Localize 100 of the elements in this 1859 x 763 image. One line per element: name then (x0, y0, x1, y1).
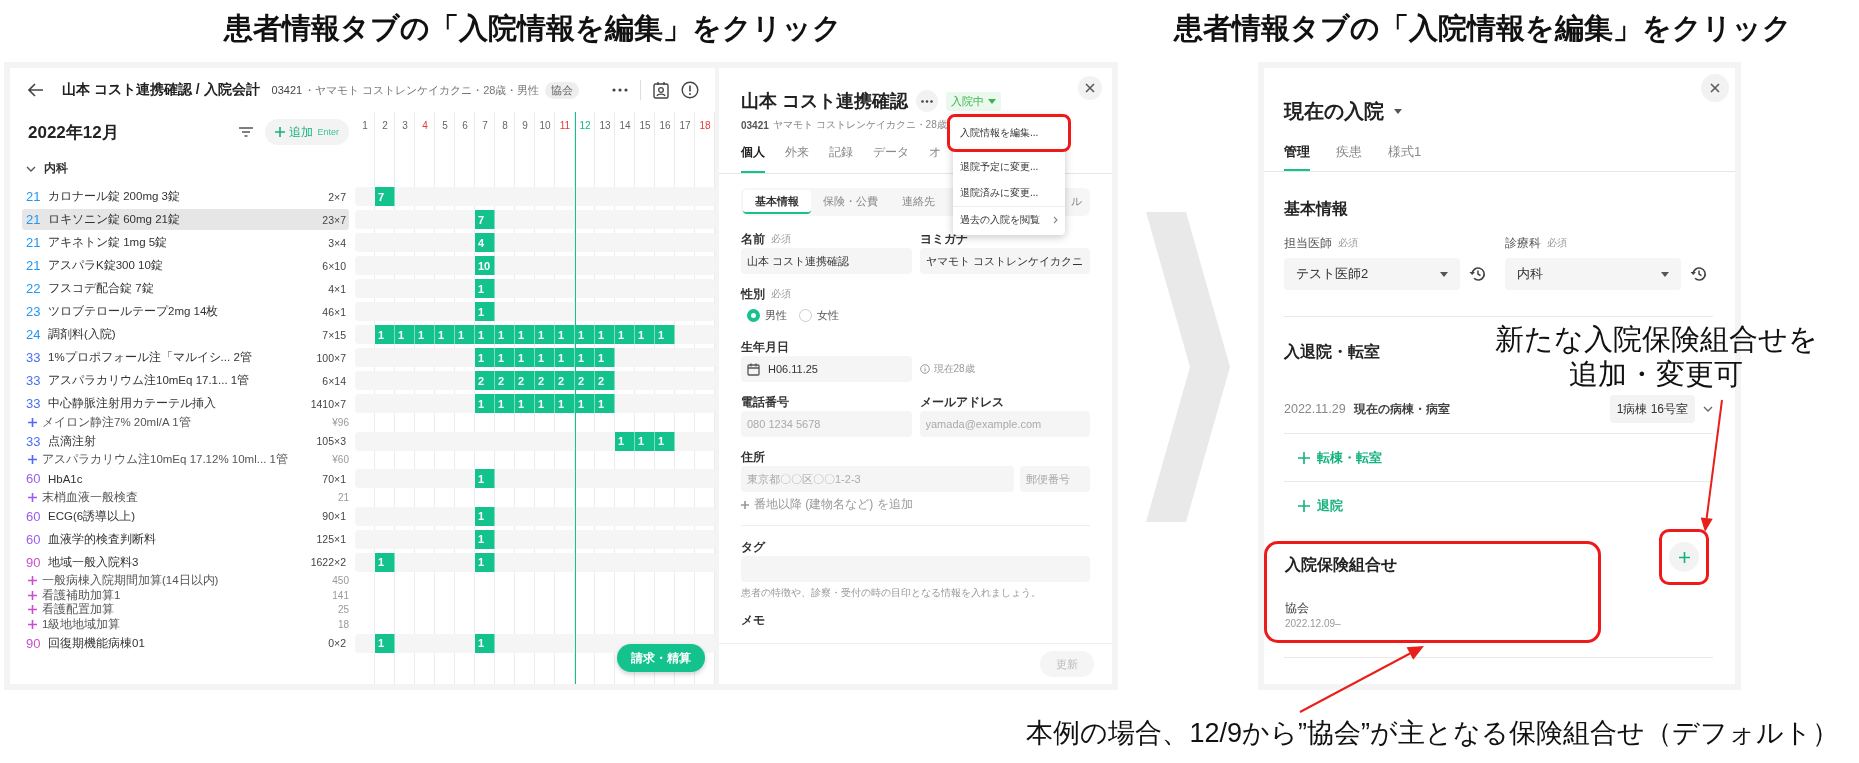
order-row[interactable]: 60 HbA1c 70×1 (22, 468, 349, 489)
dose-bar: 1 (595, 394, 615, 413)
dose-bar: 1 (475, 302, 495, 321)
order-code: 33 (26, 433, 42, 449)
order-row[interactable]: 22 フスコデ配合錠 7錠 4×1 (22, 278, 349, 299)
order-row[interactable]: 90 地域一般入院料3 1622×2 (22, 551, 349, 573)
tab[interactable]: 記録 (829, 134, 853, 173)
plus-icon (1298, 499, 1310, 512)
more-button[interactable] (916, 90, 938, 112)
filter-icon[interactable] (239, 127, 254, 137)
tab[interactable]: 疾患 (1336, 134, 1362, 171)
tab[interactable]: 様式1 (1388, 134, 1422, 171)
close-button[interactable] (1701, 74, 1729, 102)
phone-field[interactable]: 080 1234 5678 (741, 411, 912, 437)
dose-bar: 1 (535, 394, 555, 413)
dose-bar: 10 (475, 256, 495, 275)
close-button[interactable] (1078, 76, 1102, 100)
doctor-select[interactable]: テスト医師2 (1284, 258, 1460, 290)
order-row[interactable]: 21 アキネトン錠 1mg 5錠 3×4 (22, 232, 349, 253)
tab[interactable]: 管理 (1284, 134, 1310, 171)
dose-bar: 1 (395, 325, 415, 344)
order-row[interactable]: 60 血液学的検査判断料 125×1 (22, 528, 349, 550)
dose-bar: 2 (595, 371, 615, 390)
addon-price: ¥60 (332, 454, 349, 466)
department-select[interactable]: 内科 (1505, 258, 1681, 290)
caret-icon (988, 98, 996, 104)
alert-icon[interactable] (681, 81, 699, 99)
order-name: アスパラK錠300 10錠 (48, 258, 163, 273)
dose-bar: 1 (595, 325, 615, 344)
plus-icon (28, 576, 37, 586)
more-icon (921, 99, 933, 103)
dose-bar: 1 (495, 348, 515, 367)
room-select[interactable]: 1病棟 16号室 (1609, 395, 1695, 423)
dose-bar: 1 (435, 325, 455, 344)
instruction-heading: 患者情報タブの「入院情報を編集」をクリック (1172, 11, 1793, 46)
gender-option[interactable]: 女性 (799, 307, 839, 323)
subtab[interactable]: 保険・公費 (811, 190, 890, 214)
order-row[interactable]: 33 1%プロポフォール注「マルイシ... 2管 100×7 (22, 347, 349, 368)
menu-item[interactable]: 過去の入院を閲覧 (953, 206, 1065, 232)
annotation-caption: 本例の場合、12/9から”協会”が主となる保険組合せ（デフォルト） (1025, 717, 1840, 750)
admission-dropdown[interactable]: 現在の入院 (1284, 97, 1402, 125)
addon-price: 25 (337, 604, 349, 616)
postal-code-field[interactable]: 郵便番号 (1020, 466, 1090, 492)
email-field[interactable]: yamada@example.com (919, 411, 1090, 437)
day-label: 6 (461, 120, 469, 131)
birth-date-field[interactable]: H06.11.25 (741, 356, 912, 382)
field-label: 名前 (741, 230, 765, 248)
name-field[interactable]: 山本 コスト連携確認 (741, 248, 912, 274)
subtab[interactable]: 連絡先 (890, 190, 947, 214)
tab[interactable]: データ (873, 134, 909, 173)
radio-button[interactable] (799, 308, 812, 322)
section-heading: 入院保険組合せ (1285, 554, 1397, 575)
order-quantity: 70×1 (321, 472, 346, 485)
menu-item[interactable]: 退院予定に変更... (953, 154, 1065, 180)
order-code: 22 (26, 281, 42, 296)
gender-option[interactable]: 男性 (747, 307, 787, 323)
tab[interactable]: 個人 (741, 134, 765, 173)
order-row[interactable]: 21 カロナール錠 200mg 3錠 2×7 (22, 186, 349, 207)
history-icon[interactable] (1690, 265, 1708, 283)
order-row[interactable]: 33 点滴注射 105×3 (22, 430, 349, 452)
subtab[interactable]: 基本情報 (743, 190, 811, 214)
radio-button[interactable] (747, 308, 760, 322)
tab[interactable]: オ (929, 134, 941, 173)
order-quantity: 7×15 (321, 328, 346, 341)
add-insurance-button[interactable] (1669, 542, 1699, 572)
addon-name: 看護補助加算1 (42, 587, 121, 603)
ward-label: 現在の病棟・病室 (1353, 400, 1450, 418)
order-row[interactable]: 23 ツロブテロールテープ2mg 14枚 46×1 (22, 301, 349, 322)
addon-price: 21 (337, 491, 349, 503)
addon-price: ¥96 (332, 416, 349, 428)
contact-card-icon[interactable] (653, 81, 669, 99)
order-code: 33 (26, 373, 42, 388)
section-toggle[interactable]: 内科 (26, 160, 68, 177)
more-icon[interactable] (612, 88, 628, 92)
addon-name: 看護配置加算 (42, 602, 114, 618)
menu-item[interactable]: 退院済みに変更... (953, 180, 1065, 206)
order-row[interactable]: 33 中心静脈注射用カテーテル挿入 1410×7 (22, 393, 349, 414)
order-code: 21 (26, 258, 42, 273)
order-row[interactable]: 90 回復期機能病棟01 0×2 (22, 632, 349, 654)
order-quantity: 46×1 (321, 305, 346, 318)
order-row[interactable]: 33 アスパラカリウム注10mEq 17.1... 1管 6×14 (22, 370, 349, 391)
dose-bar: 7 (375, 187, 395, 206)
caret-icon (1661, 271, 1669, 277)
subtab[interactable]: ル (1065, 190, 1088, 214)
back-arrow-icon[interactable] (28, 83, 44, 97)
dose-bar: 1 (475, 529, 495, 549)
kana-field[interactable]: ヤマモト コストレンケイカクニ (919, 248, 1090, 274)
chevron-down-icon (1703, 406, 1713, 412)
order-code: 60 (26, 471, 42, 486)
history-icon[interactable] (1469, 265, 1487, 283)
dose-bar: 1 (535, 348, 555, 367)
menu-item[interactable]: 入院情報を編集... (953, 120, 1065, 146)
order-name: ロキソニン錠 60mg 21錠 (48, 212, 180, 227)
order-row[interactable]: 21 ロキソニン錠 60mg 21錠 23×7 (22, 209, 349, 230)
order-row[interactable]: 21 アスパラK錠300 10錠 6×10 (22, 255, 349, 276)
tab[interactable]: 外来 (785, 134, 809, 173)
order-quantity: 4×1 (327, 282, 346, 295)
order-row[interactable]: 60 ECG(6誘導以上) 90×1 (22, 505, 349, 527)
field-label: 担当医師 (1284, 234, 1332, 252)
order-row[interactable]: 24 調剤料(入院) 7×15 (22, 324, 349, 345)
